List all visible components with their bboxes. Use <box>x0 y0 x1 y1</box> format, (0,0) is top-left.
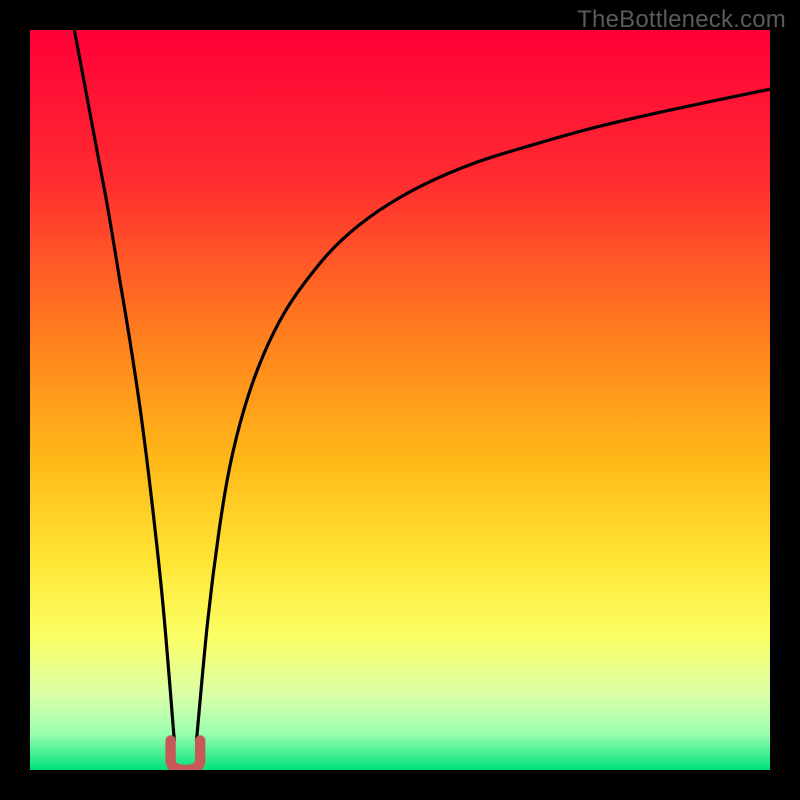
gradient-background <box>30 30 770 770</box>
watermark-text: TheBottleneck.com <box>577 6 786 34</box>
plot-area <box>30 30 770 770</box>
bottleneck-curve-chart <box>30 30 770 770</box>
chart-frame: TheBottleneck.com <box>0 0 800 800</box>
